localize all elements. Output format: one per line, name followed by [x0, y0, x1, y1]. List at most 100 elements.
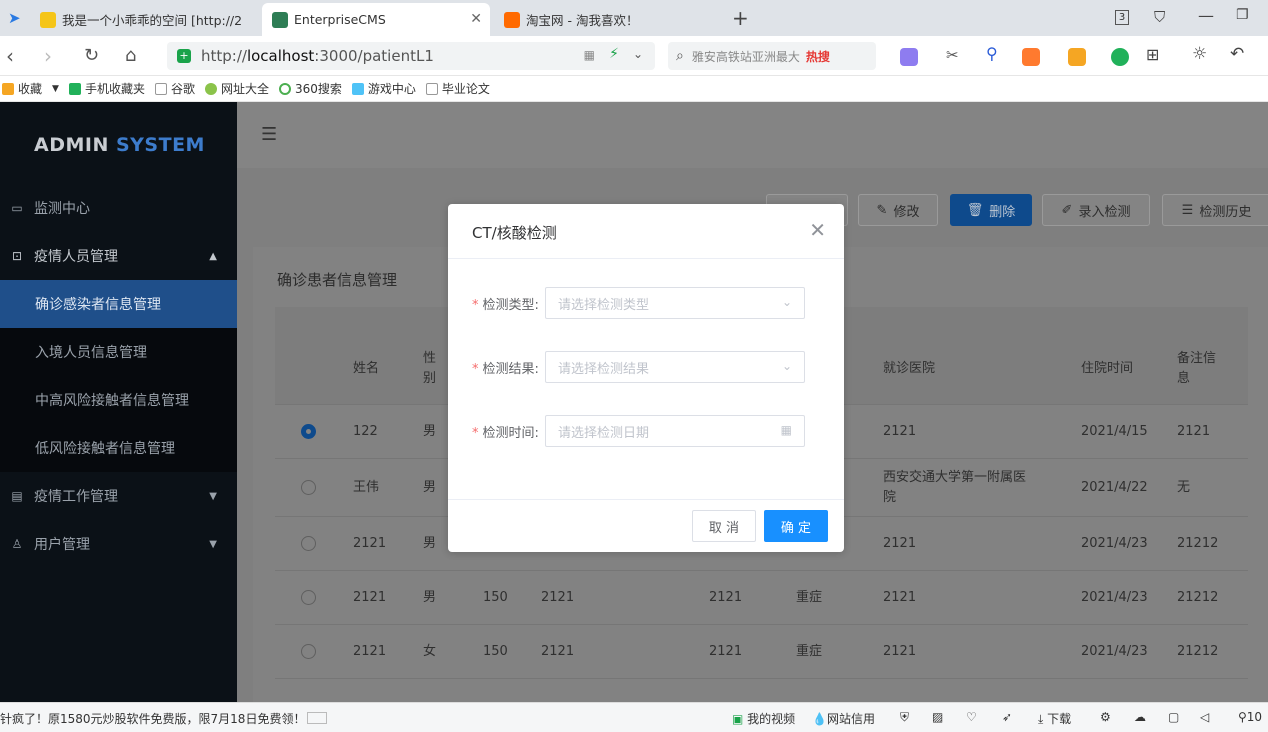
cancel-button[interactable]: 取 消: [692, 510, 756, 542]
settings-icon[interactable]: ⚙: [1100, 710, 1111, 724]
speaker-icon[interactable]: ◁: [1200, 710, 1209, 724]
status-ad-text[interactable]: 针疯了！原1580元炒股软件免费版，限7月18日免费领！: [0, 710, 305, 727]
scissors-icon[interactable]: ✂: [946, 46, 964, 64]
test-date-picker[interactable]: 请选择检测日期 ▦: [545, 415, 805, 447]
heart-icon[interactable]: ♡: [966, 710, 977, 724]
tab-enterprisecms[interactable]: EnterpriseCMS ✕: [262, 3, 490, 36]
image-icon[interactable]: ▨: [932, 710, 943, 724]
chevron-down-icon: ▼: [209, 538, 217, 550]
url-rest: :3000/patientL1: [314, 47, 434, 65]
brightness-icon[interactable]: ☼: [1192, 44, 1210, 64]
submenu-high-risk[interactable]: 中高风险接触者信息管理: [0, 376, 237, 424]
delete-button[interactable]: 🗑 删除: [950, 194, 1032, 226]
zoom-value: 10: [1246, 710, 1263, 724]
download-link[interactable]: ⤓ 下载: [1038, 710, 1071, 727]
cloud-icon[interactable]: ☁: [1134, 710, 1146, 724]
game-icon[interactable]: [1022, 48, 1040, 66]
button-label: 录入检测: [1078, 204, 1131, 220]
dialog-divider: [448, 258, 844, 259]
menu-epidemic-work[interactable]: ▤ 疫情工作管理 ▼: [0, 472, 237, 520]
site-credit-link[interactable]: 💧网站信用: [812, 710, 875, 727]
cell-gender: 男: [423, 480, 437, 495]
bookmark-favorites[interactable]: 收藏 ▼: [2, 80, 59, 97]
bookmark-thesis[interactable]: 毕业论文: [425, 80, 490, 97]
my-video-link[interactable]: ▣ 我的视频: [732, 710, 795, 727]
bookmark-360[interactable]: 360搜索: [278, 80, 342, 97]
row-radio[interactable]: [301, 590, 316, 605]
record-test-button[interactable]: ✐ 录入检测: [1042, 194, 1150, 226]
table-row[interactable]: 2121 女 150 2121 2121 重症 2121 2021/4/23 21212: [275, 625, 1248, 679]
submenu-inbound[interactable]: 入境人员信息管理: [0, 328, 237, 376]
chevron-down-icon: ▼: [52, 83, 59, 94]
submenu-low-risk[interactable]: 低风险接触者信息管理: [0, 424, 237, 472]
rocket-icon[interactable]: ➶: [1002, 710, 1012, 724]
cell-gender: 男: [423, 536, 437, 551]
back-icon[interactable]: ‹: [6, 44, 14, 68]
reload-icon[interactable]: ↻: [84, 44, 99, 68]
bookmark-sites[interactable]: 网址大全: [204, 80, 269, 97]
tab-space[interactable]: 我是一个小乖乖的空间 [http://2: [30, 3, 258, 36]
collapse-menu-icon[interactable]: ☰: [261, 124, 277, 145]
row-radio[interactable]: [301, 644, 316, 659]
user-icon: ♙: [11, 537, 23, 551]
undo-icon[interactable]: ↶: [1230, 44, 1248, 64]
apps-grid-icon[interactable]: ⊞: [1146, 45, 1164, 64]
row-radio[interactable]: [301, 536, 316, 551]
close-icon[interactable]: ✕: [809, 220, 826, 240]
home-icon[interactable]: ⌂: [125, 44, 136, 68]
submenu-label: 确诊感染者信息管理: [35, 297, 161, 313]
bookmark-google[interactable]: 谷歌: [154, 80, 195, 97]
edit-button[interactable]: ✎ 修改: [858, 194, 938, 226]
row-radio[interactable]: [301, 480, 316, 495]
globe-icon: [204, 82, 217, 95]
gamepad-icon: [351, 82, 364, 95]
forward-icon[interactable]: ›: [44, 44, 52, 68]
header-date: 住院时间: [1081, 361, 1134, 376]
bookmark-games[interactable]: 游戏中心: [351, 80, 416, 97]
cell-c4: 2121: [541, 644, 575, 659]
test-type-select[interactable]: 请选择检测类型 ⌄: [545, 287, 805, 319]
minimize-icon[interactable]: —: [1198, 6, 1214, 25]
wallet-icon[interactable]: [1068, 48, 1086, 66]
bookmark-label: 网址大全: [220, 82, 269, 96]
brand-admin: ADMIN: [34, 134, 109, 156]
menu-monitor[interactable]: ▭ 监测中心: [0, 184, 237, 232]
ad-close-icon[interactable]: [307, 712, 327, 724]
lightning-icon[interactable]: ⚡: [609, 46, 619, 62]
tab-label: 淘宝网 - 淘我喜欢！: [526, 13, 639, 28]
menu-epidemic-people[interactable]: ⊡ 疫情人员管理 ▲: [0, 232, 237, 280]
bookmark-mobile[interactable]: 手机收藏夹: [68, 80, 145, 97]
window-icon[interactable]: ▢: [1168, 710, 1179, 724]
submenu-label: 入境人员信息管理: [35, 345, 147, 361]
trash-icon: 🗑: [966, 202, 984, 218]
field-label-time: * 检测时间:: [472, 422, 539, 441]
menu-users[interactable]: ♙ 用户管理 ▼: [0, 520, 237, 568]
chat-icon[interactable]: [1111, 48, 1129, 66]
translate-icon[interactable]: [900, 48, 918, 66]
cell-remark: 2121: [1177, 424, 1211, 439]
confirm-button[interactable]: 确 定: [764, 510, 828, 542]
shirt-icon[interactable]: ⛉: [1154, 8, 1165, 26]
status-label: 我的视频: [747, 712, 796, 726]
row-radio[interactable]: [301, 424, 316, 439]
test-result-select[interactable]: 请选择检测结果 ⌄: [545, 351, 805, 383]
zoom-control[interactable]: ⚲10: [1238, 710, 1262, 724]
magnifier-icon[interactable]: ⚲: [986, 44, 1004, 63]
field-label-text: 检测结果:: [482, 362, 539, 377]
restore-icon[interactable]: ❐: [1236, 7, 1249, 23]
qr-icon[interactable]: ▦: [584, 48, 595, 62]
new-tab-button[interactable]: +: [732, 6, 749, 30]
url-prefix: http://: [201, 47, 247, 65]
tab-taobao[interactable]: 淘宝网 - 淘我喜欢！: [494, 3, 720, 36]
test-history-button[interactable]: ☰ 检测历史: [1162, 194, 1268, 226]
submenu-confirmed[interactable]: 确诊感染者信息管理: [0, 280, 237, 328]
url-field[interactable]: + http://localhost:3000/patientL1 ▦ ⚡ ⌄: [167, 42, 655, 70]
close-icon[interactable]: ✕: [470, 11, 482, 27]
dropdown-icon[interactable]: ⌄: [633, 47, 643, 61]
table-row[interactable]: 2121 男 150 2121 2121 重症 2121 2021/4/23 21212: [275, 571, 1248, 625]
search-field[interactable]: ⌕ 雅安高铁站亚洲最大 热搜: [668, 42, 876, 70]
shield-icon[interactable]: ⛨: [900, 710, 909, 725]
cell-name: 122: [353, 424, 378, 439]
tab-count-badge[interactable]: 3: [1115, 10, 1129, 25]
cell-date: 2021/4/15: [1081, 424, 1148, 439]
